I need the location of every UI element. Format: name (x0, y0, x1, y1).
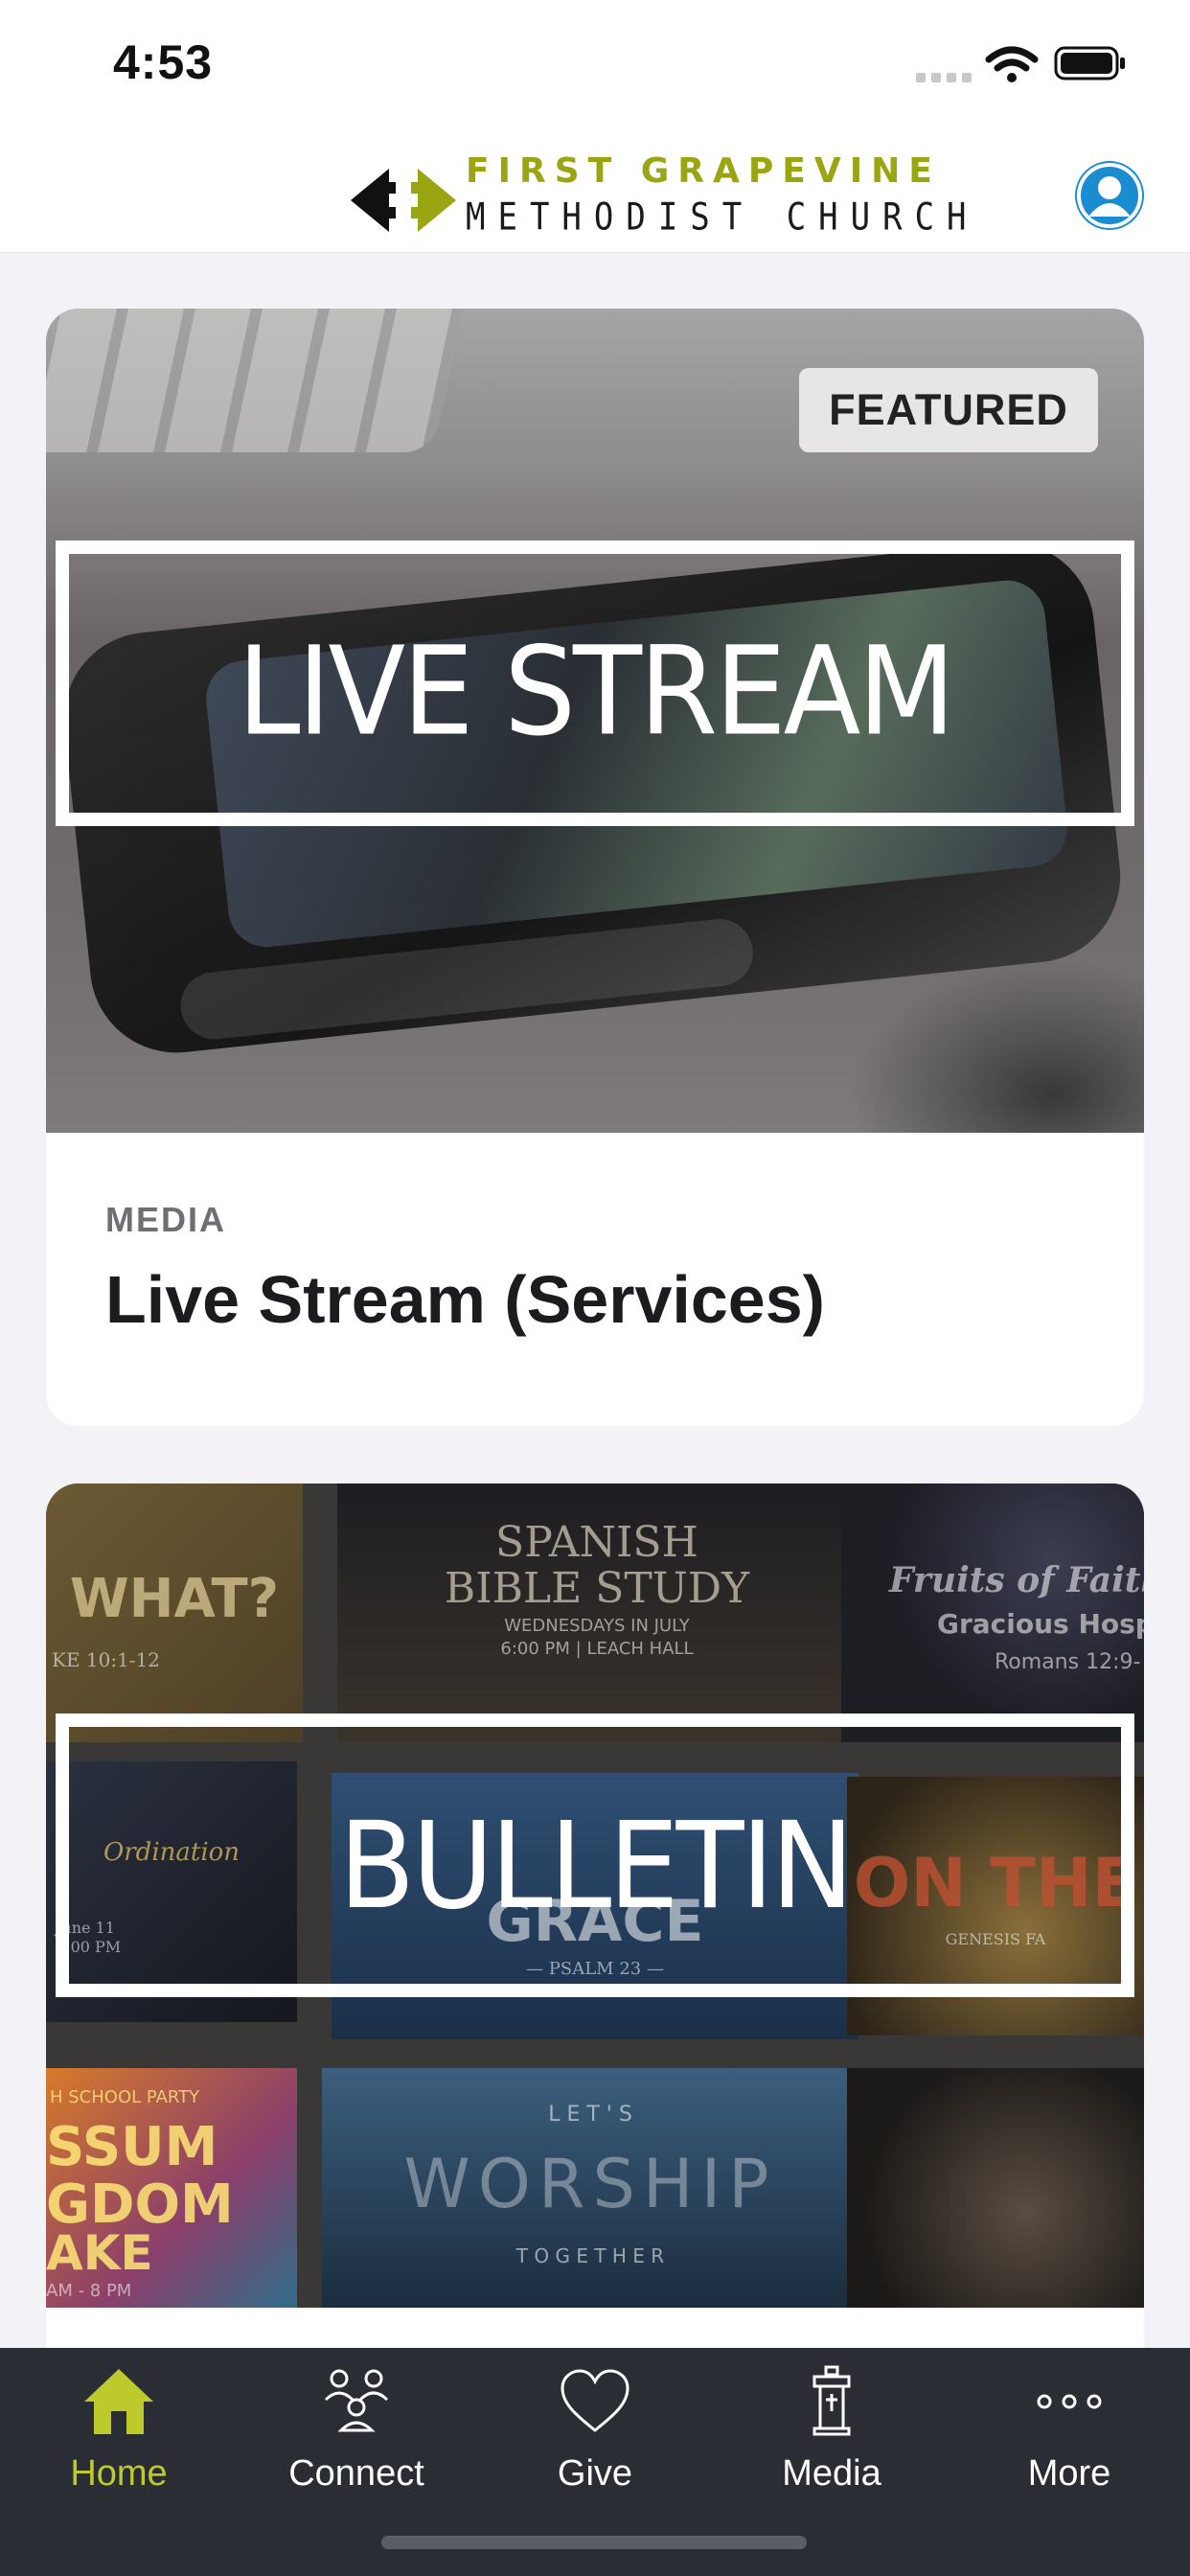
wifi-icon (985, 46, 1039, 82)
app-header: FIRST GRAPEVINE METHODIST CHURCH (0, 128, 1190, 253)
home-icon (84, 2369, 153, 2434)
tab-connect[interactable]: Connect (261, 2363, 452, 2517)
tile-what: WHAT? KE 10:1-12 (46, 1484, 303, 1742)
tile-spanish-bible-study: SPANISH BIBLE STUDY WEDNESDAYS IN JULY 6… (337, 1484, 857, 1742)
tile-school-party: H SCHOOL PARTY SSUM GDOM AKE AM - 8 PM (46, 2068, 297, 2308)
live-stream-frame: LIVE STREAM (56, 540, 1134, 826)
card-title: Live Stream (Services) (105, 1262, 825, 1337)
bulletin-frame: BULLETIN (56, 1714, 1134, 1997)
logo-line1: FIRST GRAPEVINE (466, 151, 941, 191)
status-bar: 4:53 (0, 0, 1190, 128)
home-indicator[interactable] (381, 2536, 807, 2549)
keyboard-photo (46, 309, 464, 452)
bulletin-image: WHAT? KE 10:1-12 SPANISH BIBLE STUDY WED… (46, 1484, 1144, 2308)
more-icon (1037, 2394, 1102, 2409)
battery-icon (1054, 46, 1125, 80)
live-stream-image: LIVE STREAM FEATURED (46, 309, 1144, 1133)
heart-icon (561, 2369, 629, 2432)
card-category: MEDIA (105, 1200, 226, 1239)
pulpit-icon (812, 2365, 851, 2436)
tab-give[interactable]: Give (499, 2363, 691, 2517)
tab-label-home: Home (70, 2453, 168, 2494)
bulletin-image-title: BULLETIN (338, 1796, 855, 1937)
user-icon (1077, 163, 1142, 228)
tab-label-give: Give (557, 2453, 633, 2494)
status-time: 4:53 (113, 35, 214, 89)
cellular-signal-icon (916, 73, 972, 82)
tile-lets-worship: L E T ' S WORSHIP T O G E T H E R (322, 2068, 858, 2308)
featured-card-live-stream[interactable]: LIVE STREAM FEATURED MEDIA Live Stream (… (46, 309, 1144, 1426)
people-icon (324, 2369, 389, 2432)
tab-home[interactable]: Home (23, 2363, 215, 2517)
tab-label-media: Media (782, 2453, 881, 2494)
tab-media[interactable]: Media (736, 2363, 927, 2517)
profile-button[interactable] (1075, 161, 1144, 230)
live-stream-image-title: LIVE STREAM (237, 619, 955, 763)
tile-hands (847, 2068, 1144, 2308)
tile-fruits-of-faith: Fruits of Faith Gracious Hosp Romans 12:… (841, 1484, 1144, 1742)
featured-badge: FEATURED (799, 368, 1098, 452)
logo-line2: METHODIST CHURCH (466, 196, 979, 240)
card-body: MEDIA Live Stream (Services) (105, 1200, 825, 1338)
tab-more[interactable]: More (973, 2363, 1165, 2517)
tab-label-more: More (1027, 2453, 1111, 2494)
church-logo[interactable]: FIRST GRAPEVINE METHODIST CHURCH (351, 148, 967, 240)
tab-label-connect: Connect (288, 2453, 424, 2494)
cross-arrow-logo-icon (351, 169, 456, 232)
